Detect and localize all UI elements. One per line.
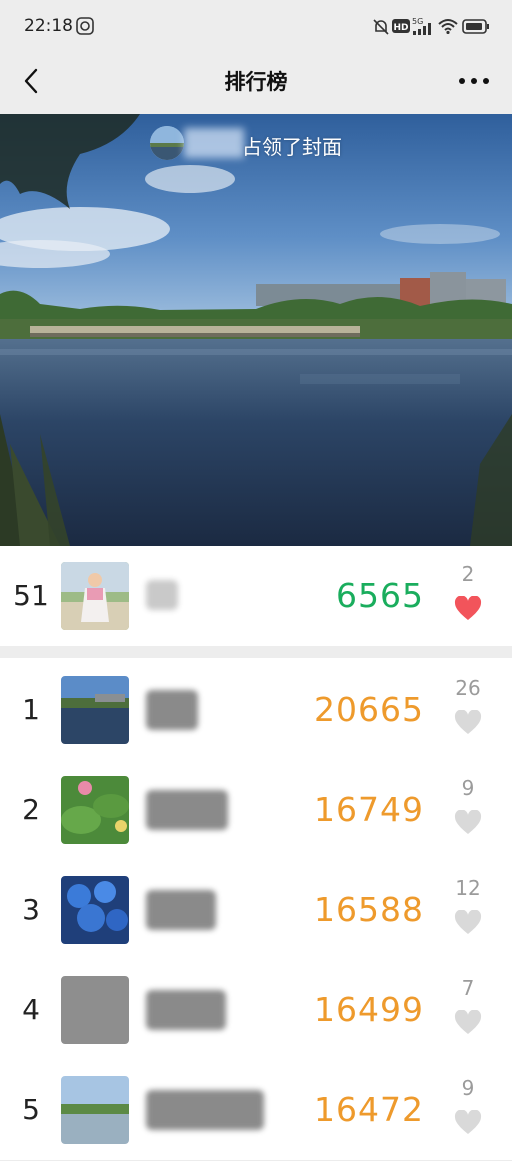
ranking-row[interactable]: 3 16588 12 — [0, 860, 512, 961]
status-bar: 22:18 HD 5G — [0, 0, 512, 52]
app-notification-icon — [76, 17, 94, 35]
user-avatar[interactable] — [61, 876, 129, 944]
avatar-image — [61, 1076, 129, 1144]
like-count: 9 — [461, 1076, 475, 1100]
my-rank-number: 51 — [13, 579, 49, 612]
heart-icon[interactable] — [454, 1110, 482, 1136]
page-title: 排行榜 — [224, 70, 288, 94]
status-time: 22:18 — [24, 16, 73, 36]
user-name-blurred — [146, 1090, 264, 1130]
ranking-row[interactable]: 5 16472 9 — [0, 1060, 512, 1161]
like-count: 9 — [461, 776, 475, 800]
avatar-image — [61, 876, 129, 944]
rank-number: 1 — [22, 693, 40, 726]
mute-bell-icon — [373, 19, 389, 35]
avatar-image — [61, 676, 129, 744]
heart-liked-icon[interactable] — [454, 596, 482, 622]
avatar-image — [61, 562, 129, 630]
svg-text:HD: HD — [393, 23, 408, 33]
step-count: 16588 — [314, 890, 424, 929]
heart-icon[interactable] — [454, 710, 482, 736]
step-count: 16749 — [314, 790, 424, 829]
network-type-label: 5G — [412, 17, 423, 26]
user-name-blurred — [146, 690, 198, 730]
my-like-count: 2 — [461, 562, 475, 586]
like-count: 7 — [461, 976, 475, 1000]
battery-icon — [462, 19, 489, 34]
user-avatar[interactable] — [61, 776, 129, 844]
nav-bar: 排行榜 — [0, 52, 512, 114]
step-count: 16499 — [314, 990, 424, 1029]
my-steps: 6565 — [336, 576, 424, 615]
signal-icon: 5G — [412, 17, 431, 35]
rank-number: 3 — [22, 893, 40, 926]
heart-icon[interactable] — [454, 1010, 482, 1036]
wifi-icon — [438, 19, 458, 34]
cover-owner-caption: 占领了封面 — [242, 135, 342, 159]
rank-number: 4 — [22, 993, 40, 1026]
avatar-image — [61, 776, 129, 844]
step-count: 20665 — [314, 690, 424, 729]
more-options-icon[interactable] — [456, 68, 492, 94]
cover-owner-avatar[interactable] — [150, 126, 184, 160]
cover-owner-name-blurred — [184, 128, 244, 158]
my-rank-row[interactable]: 51 6565 2 — [0, 546, 512, 646]
like-count: 26 — [455, 676, 481, 700]
user-name-blurred — [146, 890, 216, 930]
ranking-row[interactable]: 1 20665 26 — [0, 660, 512, 761]
rank-number: 5 — [22, 1093, 40, 1126]
cover-photo[interactable]: 占领了封面 — [0, 114, 512, 546]
heart-icon[interactable] — [454, 910, 482, 936]
user-name-blurred — [146, 790, 228, 830]
avatar-image — [150, 126, 184, 160]
ranking-row[interactable]: 4 16499 7 — [0, 960, 512, 1061]
my-name-blurred — [146, 580, 178, 610]
hd-icon: HD — [392, 19, 410, 33]
user-avatar[interactable] — [61, 676, 129, 744]
my-avatar[interactable] — [61, 562, 129, 630]
section-divider — [0, 646, 512, 658]
user-name-blurred — [146, 990, 226, 1030]
heart-icon[interactable] — [454, 810, 482, 836]
step-count: 16472 — [314, 1090, 424, 1129]
like-count: 12 — [455, 876, 481, 900]
user-avatar[interactable] — [61, 976, 129, 1044]
user-avatar[interactable] — [61, 1076, 129, 1144]
lake-landscape-image — [0, 114, 512, 546]
rank-number: 2 — [22, 793, 40, 826]
ranking-row[interactable]: 2 16749 9 — [0, 760, 512, 861]
